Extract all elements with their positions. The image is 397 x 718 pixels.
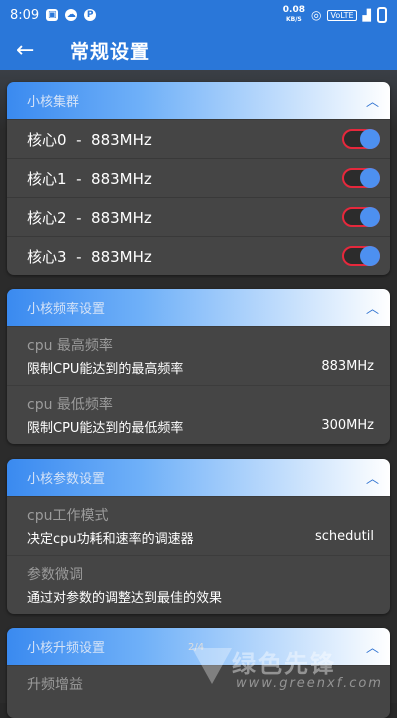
core-toggle[interactable] — [342, 129, 380, 149]
battery-icon — [377, 7, 387, 23]
app-bar: ← 常规设置 — [0, 30, 397, 70]
core-label: 核心2 - 883MHz — [27, 208, 152, 227]
setting-desc: 限制CPU能达到的最低频率 — [27, 421, 184, 436]
core-row[interactable]: 核心1 - 883MHz — [7, 158, 390, 197]
core-row[interactable]: 核心0 - 883MHz — [7, 119, 390, 158]
core-toggle[interactable] — [342, 207, 380, 227]
clock: 8:09 — [10, 7, 40, 23]
tuning-row[interactable]: 参数微调 通过对参数的调整达到最佳的效果 — [7, 555, 390, 614]
setting-desc: 通过对参数的调整达到最佳的效果 — [27, 591, 223, 606]
setting-value: 883MHz — [321, 359, 374, 374]
cluster-card: 小核集群 ︿ 核心0 - 883MHz 核心1 - 883MHz 核心2 - 8… — [7, 82, 390, 275]
watermark-url: www.greenxf.com — [236, 676, 383, 691]
max-freq-row[interactable]: cpu 最高频率 限制CPU能达到的最高频率 883MHz — [7, 326, 390, 385]
core-row[interactable]: 核心2 - 883MHz — [7, 197, 390, 236]
setting-value: schedutil — [315, 529, 374, 544]
setting-label: 升频增益 — [27, 677, 83, 693]
arrow-left-icon[interactable]: ← — [16, 38, 56, 63]
watermark-logo-icon — [192, 648, 232, 684]
core-label: 核心0 - 883MHz — [27, 130, 152, 149]
setting-value: 300MHz — [321, 418, 374, 433]
core-label: 核心3 - 883MHz — [27, 247, 152, 266]
cloud-icon: ☁ — [65, 9, 78, 21]
min-freq-row[interactable]: cpu 最低频率 限制CPU能达到的最低频率 300MHz — [7, 385, 390, 444]
chevron-up-icon[interactable]: ︿ — [366, 468, 379, 487]
card-title: 小核参数设置 — [27, 472, 106, 487]
notification-icon: ▣ — [46, 9, 59, 21]
setting-label: cpu 最低频率 — [27, 397, 113, 413]
signal-icon: ▟ — [362, 8, 371, 22]
governor-row[interactable]: cpu工作模式 决定cpu功耗和速率的调速器 schedutil — [7, 496, 390, 555]
freq-card: 小核频率设置 ︿ cpu 最高频率 限制CPU能达到的最高频率 883MHz c… — [7, 289, 390, 444]
watermark: 绿色先锋 www.greenxf.com — [192, 644, 392, 700]
p-icon: P — [84, 9, 97, 21]
setting-label: 参数微调 — [27, 567, 83, 583]
volte-badge: VoLTE — [327, 9, 357, 21]
core-row[interactable]: 核心3 - 883MHz — [7, 236, 390, 275]
setting-label: cpu工作模式 — [27, 508, 109, 524]
status-bar: 8:09 ▣ ☁ P 0.08 KB/S ◎ VoLTE ▟ — [0, 0, 397, 30]
page-title: 常规设置 — [70, 40, 151, 63]
watermark-text: 绿色先锋 — [232, 650, 336, 678]
card-title: 小核集群 — [27, 95, 80, 110]
content: 小核集群 ︿ 核心0 - 883MHz 核心1 - 883MHz 核心2 - 8… — [0, 70, 397, 718]
cluster-card-header[interactable]: 小核集群 ︿ — [7, 82, 390, 119]
core-toggle[interactable] — [342, 168, 380, 188]
setting-desc: 限制CPU能达到的最高频率 — [27, 362, 184, 377]
param-card: 小核参数设置 ︿ cpu工作模式 决定cpu功耗和速率的调速器 scheduti… — [7, 459, 390, 614]
core-label: 核心1 - 883MHz — [27, 169, 152, 188]
freq-card-header[interactable]: 小核频率设置 ︿ — [7, 289, 390, 326]
card-title: 小核频率设置 — [27, 302, 106, 317]
chevron-up-icon[interactable]: ︿ — [366, 91, 379, 110]
setting-desc: 决定cpu功耗和速率的调速器 — [27, 532, 194, 547]
param-card-header[interactable]: 小核参数设置 ︿ — [7, 459, 390, 496]
core-toggle[interactable] — [342, 246, 380, 266]
setting-label: cpu 最高频率 — [27, 338, 113, 354]
hotspot-icon: ◎ — [311, 8, 322, 22]
chevron-up-icon[interactable]: ︿ — [366, 298, 379, 317]
network-speed: 0.08 KB/S — [282, 5, 305, 24]
card-title: 小核升频设置 — [27, 641, 106, 656]
